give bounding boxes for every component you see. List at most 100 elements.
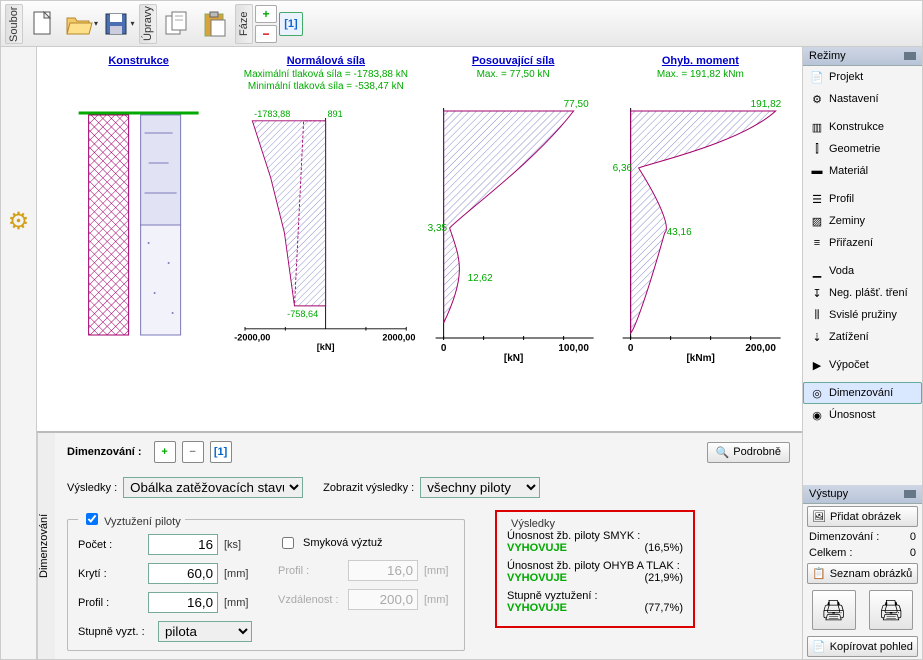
sidebar-item-label: Geometrie bbox=[829, 143, 880, 155]
sidebar-icon: ▶ bbox=[810, 358, 824, 372]
magnifier-icon: 🔍 bbox=[716, 446, 730, 459]
degree-select[interactable]: pilota bbox=[158, 621, 252, 642]
cover-input[interactable] bbox=[148, 563, 218, 584]
sidebar-item-geometrie[interactable]: ⫿Geometrie bbox=[803, 138, 922, 160]
profile-input[interactable] bbox=[148, 592, 218, 613]
count-input[interactable] bbox=[148, 534, 218, 555]
dim-remove-button[interactable]: − bbox=[182, 441, 204, 463]
sidebar-item-konstrukce[interactable]: ▥Konstrukce bbox=[803, 116, 922, 138]
sidebar-item-label: Voda bbox=[829, 265, 854, 277]
sidebar-item-label: Dimenzování bbox=[829, 387, 893, 399]
detail-button[interactable]: 🔍Podrobně bbox=[707, 442, 790, 463]
res-smyk-pct: (16,5%) bbox=[644, 542, 683, 554]
profile-label: Profil : bbox=[78, 597, 142, 609]
chevron-down-icon: ▾ bbox=[93, 19, 98, 28]
shear-profile-label: Profil : bbox=[278, 565, 342, 577]
minimize-icon[interactable] bbox=[904, 490, 916, 498]
copy-icon: 📄 bbox=[812, 640, 826, 653]
sidebar-icon: ⇣ bbox=[810, 330, 824, 344]
sidebar-item-zeminy[interactable]: ▨Zeminy bbox=[803, 210, 922, 232]
add-picture-button[interactable]: 🖼Přidat obrázek bbox=[807, 506, 918, 527]
svg-text:[kN]: [kN] bbox=[317, 342, 335, 352]
sidebar-item-projekt[interactable]: 📄Projekt bbox=[803, 66, 922, 88]
phase-remove-button[interactable]: − bbox=[255, 25, 277, 43]
sidebar-icon: ≡ bbox=[810, 236, 824, 250]
save-file-button[interactable]: ▾ bbox=[101, 4, 137, 44]
sidebar-icon: ◉ bbox=[810, 408, 824, 422]
plot-sub: Max. = 191,82 kNm bbox=[657, 69, 744, 93]
sidebar-item-label: Zeminy bbox=[829, 215, 865, 227]
sidebar-item-nastaven-[interactable]: ⚙ Nastavení bbox=[803, 88, 922, 110]
res-ohyb-label: Únosnost žb. piloty OHYB A TLAK : bbox=[507, 560, 683, 572]
new-file-button[interactable] bbox=[25, 4, 61, 44]
main-toolbar: Soubor ▾ ▾ Úpravy Fáze + − [1] bbox=[1, 1, 922, 47]
show-results-select[interactable]: všechny piloty bbox=[420, 477, 540, 498]
results-select[interactable]: Obálka zatěžovacích stavů bbox=[123, 477, 303, 498]
print-button[interactable]: 🖨 bbox=[812, 590, 856, 630]
print-pdf-button[interactable]: 🖨 bbox=[869, 590, 913, 630]
gear-icon[interactable]: ⚙ bbox=[8, 207, 30, 236]
plot-title: Posouvající síla bbox=[472, 55, 555, 67]
shear-reinf-label: Smyková výztuž bbox=[303, 537, 382, 549]
dim-phase-button[interactable]: [1] bbox=[210, 441, 232, 463]
distance-label: Vzdálenost : bbox=[278, 594, 342, 606]
svg-text:3,35: 3,35 bbox=[427, 223, 447, 234]
res-ohyb-status: VYHOVUJE bbox=[507, 572, 567, 584]
sidebar-item-svisl-pru-iny[interactable]: ⫼Svislé pružiny bbox=[803, 304, 922, 326]
svg-text:0: 0 bbox=[440, 343, 446, 354]
sidebar-item--nosnost[interactable]: ◉Únosnost bbox=[803, 404, 922, 426]
copy-view-button[interactable]: 📄Kopírovat pohled bbox=[807, 636, 918, 657]
reinforcement-fieldset: Vyztužení piloty Počet :[ks] Krytí :[mm]… bbox=[67, 510, 465, 651]
phase-1-button[interactable]: [1] bbox=[279, 12, 303, 36]
sidebar-item-materi-l[interactable]: ▬Materiál bbox=[803, 160, 922, 182]
bottom-panel: Dimenzování Dimenzování : + − [1] 🔍Podro… bbox=[37, 431, 802, 659]
sidebar-item-profil[interactable]: ☰Profil bbox=[803, 188, 922, 210]
sidebar-item-label: Materiál bbox=[829, 165, 868, 177]
sidebar-item-label: Svislé pružiny bbox=[829, 309, 897, 321]
chevron-down-icon: ▾ bbox=[129, 19, 134, 28]
printer-pdf-icon: 🖨 bbox=[879, 598, 904, 623]
sidebar-item-label: Profil bbox=[829, 193, 854, 205]
sidebar-item-label: Nastavení bbox=[829, 93, 879, 105]
show-results-label: Zobrazit výsledky : bbox=[323, 482, 414, 494]
paste-button[interactable] bbox=[197, 4, 233, 44]
sidebar-item-zat-en-[interactable]: ⇣ Zatížení bbox=[803, 326, 922, 348]
svg-text:6,36: 6,36 bbox=[612, 163, 632, 174]
res-deg-status: VYHOVUJE bbox=[507, 602, 567, 614]
group-faze: Fáze bbox=[235, 4, 253, 44]
dim-add-button[interactable]: + bbox=[154, 441, 176, 463]
group-upravy: Úpravy bbox=[139, 4, 157, 44]
svg-text:-2000,00: -2000,00 bbox=[234, 333, 270, 343]
reinforce-checkbox[interactable] bbox=[86, 513, 98, 525]
svg-text:2000,00: 2000,00 bbox=[383, 333, 416, 343]
sidebar-icon: ◎ bbox=[810, 386, 824, 400]
stat-total-value: 0 bbox=[910, 547, 916, 559]
sidebar-item-p-i-azen-[interactable]: ≡Přiřazení bbox=[803, 232, 922, 254]
svg-text:43,16: 43,16 bbox=[666, 227, 691, 238]
sidebar-item-dimenzov-n-[interactable]: ◎ Dimenzování bbox=[803, 382, 922, 404]
count-label: Počet : bbox=[78, 539, 142, 551]
shear-reinf-checkbox[interactable] bbox=[282, 537, 294, 549]
plot-normal-force: Normálová síla Maximální tlaková síla = … bbox=[234, 55, 417, 363]
sidebar-item-v-po-et[interactable]: ▶Výpočet bbox=[803, 354, 922, 376]
res-ohyb-pct: (21,9%) bbox=[644, 572, 683, 584]
sidebar-icon: ⚙ bbox=[810, 92, 824, 106]
svg-text:12,62: 12,62 bbox=[467, 273, 492, 284]
dim-header: Dimenzování : bbox=[67, 446, 142, 458]
svg-text:0: 0 bbox=[628, 343, 634, 354]
degree-label: Stupně vyzt. : bbox=[78, 626, 152, 638]
sidebar-item-voda[interactable]: ▁Voda bbox=[803, 260, 922, 282]
plot-sub: Maximální tlaková síla = -1783,88 kNMini… bbox=[244, 69, 408, 93]
plot-sub: Max. = 77,50 kN bbox=[477, 69, 550, 93]
open-file-button[interactable]: ▾ bbox=[63, 4, 99, 44]
phase-add-button[interactable]: + bbox=[255, 5, 277, 23]
sidebar-item-neg-pl-t-en-[interactable]: ↧Neg. plášť. tření bbox=[803, 282, 922, 304]
copy-button[interactable] bbox=[159, 4, 195, 44]
minimize-icon[interactable] bbox=[904, 52, 916, 60]
sidebar-icon: 📄 bbox=[810, 70, 824, 84]
results-label: Výsledky : bbox=[67, 482, 117, 494]
plot-title: Ohyb. moment bbox=[662, 55, 739, 67]
svg-text:100,00: 100,00 bbox=[558, 343, 589, 354]
picture-list-button[interactable]: 📋Seznam obrázků bbox=[807, 563, 918, 584]
sidebar-item-label: Zatížení bbox=[829, 331, 869, 343]
